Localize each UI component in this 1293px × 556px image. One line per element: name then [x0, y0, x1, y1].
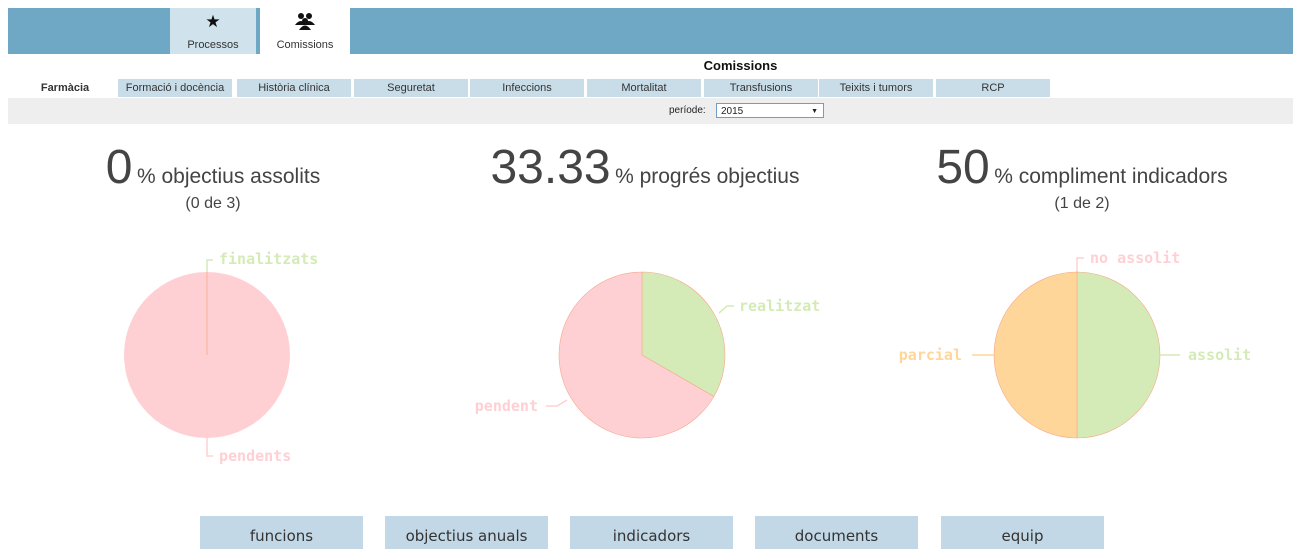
- pie-label-pendents: pendents: [219, 447, 291, 465]
- pie-label-realitzat: realitzat: [739, 297, 820, 315]
- funcions-button[interactable]: funcions: [200, 516, 363, 549]
- pie-slice-assolit: [1076, 271, 1161, 439]
- documents-button[interactable]: documents: [755, 516, 918, 549]
- pie-charts: finalitzats pendents realitzat pendent no as…: [124, 249, 1251, 465]
- pie-label-assolit: assolit: [1188, 346, 1251, 364]
- indicadors-button[interactable]: indicadors: [570, 516, 733, 549]
- pie-label-leader: [206, 438, 213, 457]
- pie-label-parcial: parcial: [899, 346, 962, 364]
- pie-label-finalitzats: finalitzats: [219, 250, 318, 268]
- pie-label-pendent: pendent: [475, 397, 538, 415]
- pie-label-leader: [546, 399, 568, 407]
- pie-label-leader: [718, 305, 734, 314]
- pie-slice-parcial: [993, 271, 1078, 439]
- equip-button[interactable]: equip: [941, 516, 1104, 549]
- pie-label-no-assolit: no assolit: [1090, 249, 1180, 267]
- objectius-anuals-button[interactable]: objectius anuals: [385, 516, 548, 549]
- pie-label-leader: [1076, 257, 1084, 272]
